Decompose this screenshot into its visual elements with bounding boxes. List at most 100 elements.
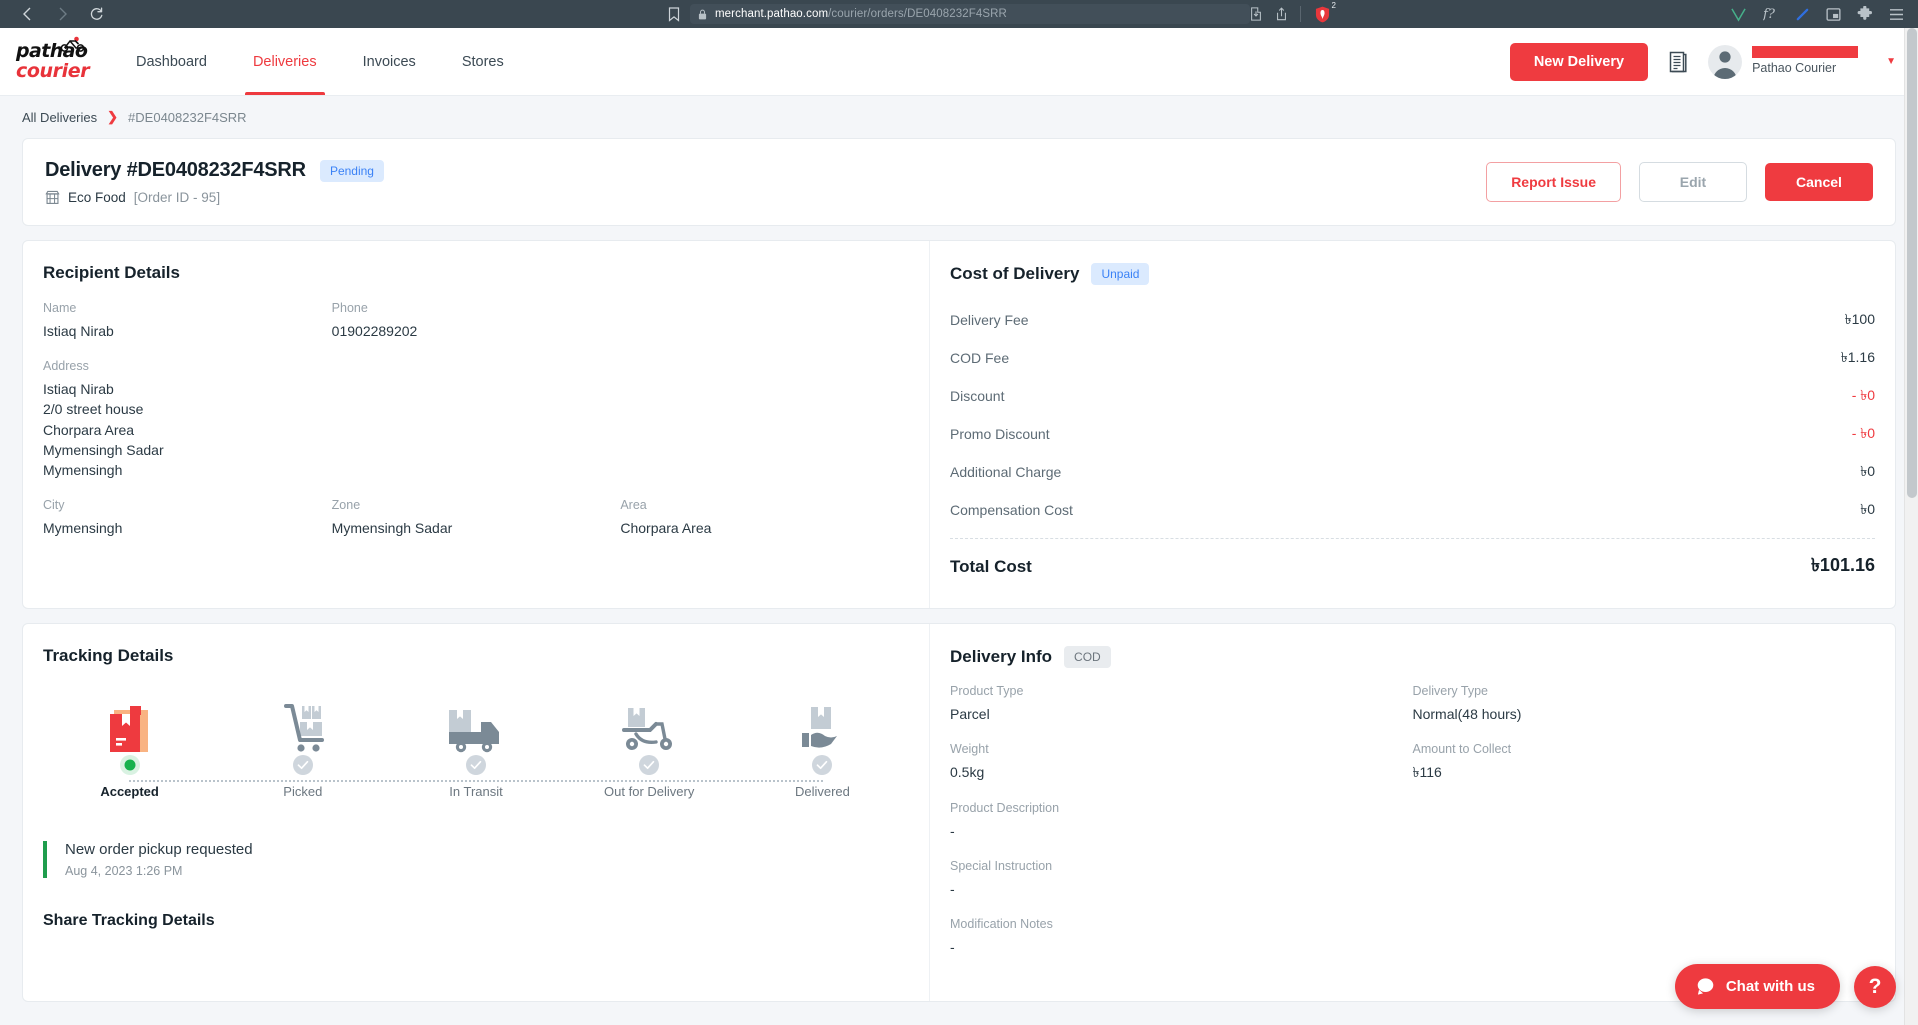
field-value: Parcel: [950, 706, 990, 722]
field-value: 0.5kg: [950, 764, 985, 781]
reload-icon[interactable]: [86, 4, 106, 24]
field-value: ৳116: [1412, 764, 1442, 781]
field-label: Modification Notes: [950, 917, 1053, 932]
field-value: -: [950, 939, 955, 956]
user-role-label: Pathao Courier: [1752, 61, 1837, 76]
chevron-down-icon[interactable]: ▼: [1886, 56, 1896, 67]
field-value: Normal(48 hours): [1412, 706, 1522, 722]
cost-row: COD Fee ৳1.16: [950, 339, 1875, 377]
pen-extension-icon[interactable]: [1795, 7, 1810, 22]
back-arrow-icon[interactable]: [18, 4, 38, 24]
field-label: Product Description: [950, 800, 1060, 815]
cancel-button[interactable]: Cancel: [1765, 163, 1873, 201]
recipient-city-field: City Mymensingh: [43, 498, 332, 538]
edit-button[interactable]: Edit: [1639, 162, 1747, 202]
shield-extension-icon[interactable]: 2: [1313, 1, 1336, 23]
breadcrumb: All Deliveries ❯ #DE0408232F4SRR: [22, 96, 1896, 138]
f-question-extension-icon[interactable]: f?: [1763, 6, 1779, 22]
address-label: Address: [43, 359, 89, 374]
bicycle-icon: [60, 36, 86, 57]
pathao-courier-logo[interactable]: pathao courier: [16, 36, 90, 81]
report-issue-button[interactable]: Report Issue: [1486, 162, 1621, 202]
delivery-info-section: Delivery Info COD Product Type Parcel De…: [929, 624, 1895, 1002]
user-menu[interactable]: Pathao Courier ▼: [1708, 44, 1896, 79]
nav-item-stores[interactable]: Stores: [442, 28, 524, 95]
cost-row: Compensation Cost ৳0: [950, 491, 1875, 529]
new-delivery-button[interactable]: New Delivery: [1509, 42, 1649, 81]
tracking-event: New order pickup requested Aug 4, 2023 1…: [43, 841, 909, 878]
delivery-info-field: Product Type Parcel: [950, 684, 1413, 724]
area-label: Area: [620, 498, 647, 513]
page-content: All Deliveries ❯ #DE0408232F4SRR Deliver…: [0, 96, 1918, 1003]
forward-arrow-icon[interactable]: [52, 4, 72, 24]
tracking-step-accepted: Accepted: [43, 700, 216, 799]
order-id-label: [Order ID - 95]: [133, 190, 221, 205]
tracking-step-out-for-delivery: Out for Delivery: [563, 700, 736, 799]
app-header: pathao courier Dashboard Deliveries Invo…: [0, 28, 1918, 96]
address-line: Mymensingh Sadar: [43, 441, 164, 458]
hamburger-menu-icon[interactable]: [1889, 8, 1904, 21]
delivery-info-field: Delivery Type Normal(48 hours): [1413, 684, 1876, 724]
document-list-icon[interactable]: [1668, 51, 1688, 73]
address-bar-group: merchant.pathao.com/courier/orders/DE040…: [668, 4, 1250, 24]
v-extension-icon[interactable]: [1730, 7, 1747, 22]
step-node-in-transit: [465, 754, 487, 781]
city-value: Mymensingh: [43, 520, 123, 537]
cost-value: ৳100: [1844, 311, 1875, 327]
share-icon[interactable]: [1275, 7, 1288, 21]
url-host: merchant.pathao.com: [715, 8, 829, 20]
total-cost-label: Total Cost: [950, 556, 1032, 576]
install-icon[interactable]: [1249, 7, 1263, 21]
nav-item-invoices[interactable]: Invoices: [343, 28, 436, 95]
field-label: Product Type: [950, 684, 1024, 698]
tracking-step-label: In Transit: [449, 784, 503, 799]
tracking-step-picked: Picked: [216, 700, 389, 799]
step-node-accepted: [119, 754, 141, 781]
bookmark-icon[interactable]: [668, 6, 680, 22]
store-icon: [45, 190, 60, 205]
user-name-redacted: [1752, 46, 1859, 59]
step-node-delivered: [811, 754, 833, 781]
address-line: 2/0 street house: [43, 401, 144, 418]
breadcrumb-separator-icon: ❯: [107, 109, 119, 124]
extension-badge-count: 2: [1331, 1, 1336, 10]
nav-item-dashboard[interactable]: Dashboard: [116, 28, 227, 95]
name-value: Istiaq Nirab: [43, 323, 114, 339]
chat-bubble-icon: [1696, 977, 1715, 996]
tracking-details-section: Tracking Details Accepted Picked In Tran…: [23, 624, 929, 1001]
scrollbar-thumb[interactable]: [1907, 28, 1917, 498]
browser-toolbar: merchant.pathao.com/courier/orders/DE040…: [0, 0, 1918, 28]
phone-label: Phone: [331, 301, 368, 315]
cost-label: Compensation Cost: [950, 502, 1073, 518]
breadcrumb-all-deliveries[interactable]: All Deliveries: [22, 110, 97, 125]
toolbar-divider: [1300, 6, 1301, 22]
delivery-truck-icon: [447, 700, 505, 754]
cost-label: Delivery Fee: [950, 312, 1029, 328]
picture-in-picture-icon[interactable]: [1826, 7, 1841, 22]
field-value: -: [950, 822, 955, 839]
chat-with-us-label: Chat with us: [1725, 978, 1815, 995]
cost-value: - ৳0: [1851, 425, 1875, 441]
package-accepted-icon: [106, 700, 154, 754]
puzzle-extensions-icon[interactable]: [1857, 6, 1873, 22]
recipient-area-field: Area Chorpara Area: [620, 498, 909, 538]
delivery-info-title: Delivery Info: [950, 647, 1053, 666]
chat-with-us-button[interactable]: Chat with us: [1674, 964, 1840, 1009]
package-handover-icon: [798, 700, 846, 754]
field-label: Special Instruction: [950, 858, 1053, 873]
recipient-cost-card: Recipient Details Name Istiaq Nirab Phon…: [22, 240, 1896, 609]
cost-label: Promo Discount: [950, 426, 1050, 442]
tracking-step-in-transit: In Transit: [389, 700, 562, 799]
tracking-step-label: Out for Delivery: [604, 784, 695, 799]
recipient-address-field: Address Istiaq Nirab 2/0 street house Ch…: [43, 359, 909, 480]
field-label: Amount to Collect: [1412, 742, 1512, 757]
tracking-step-label: Accepted: [100, 784, 159, 799]
cost-value: - ৳0: [1851, 387, 1875, 403]
nav-item-deliveries[interactable]: Deliveries: [233, 28, 337, 95]
recipient-zone-field: Zone Mymensingh Sadar: [332, 498, 621, 538]
cod-badge: COD: [1064, 646, 1111, 668]
cost-of-delivery-title: Cost of Delivery: [950, 264, 1080, 283]
page-scrollbar[interactable]: [1904, 28, 1918, 1025]
url-bar[interactable]: merchant.pathao.com/courier/orders/DE040…: [690, 4, 1250, 24]
help-button[interactable]: ?: [1854, 965, 1896, 1008]
